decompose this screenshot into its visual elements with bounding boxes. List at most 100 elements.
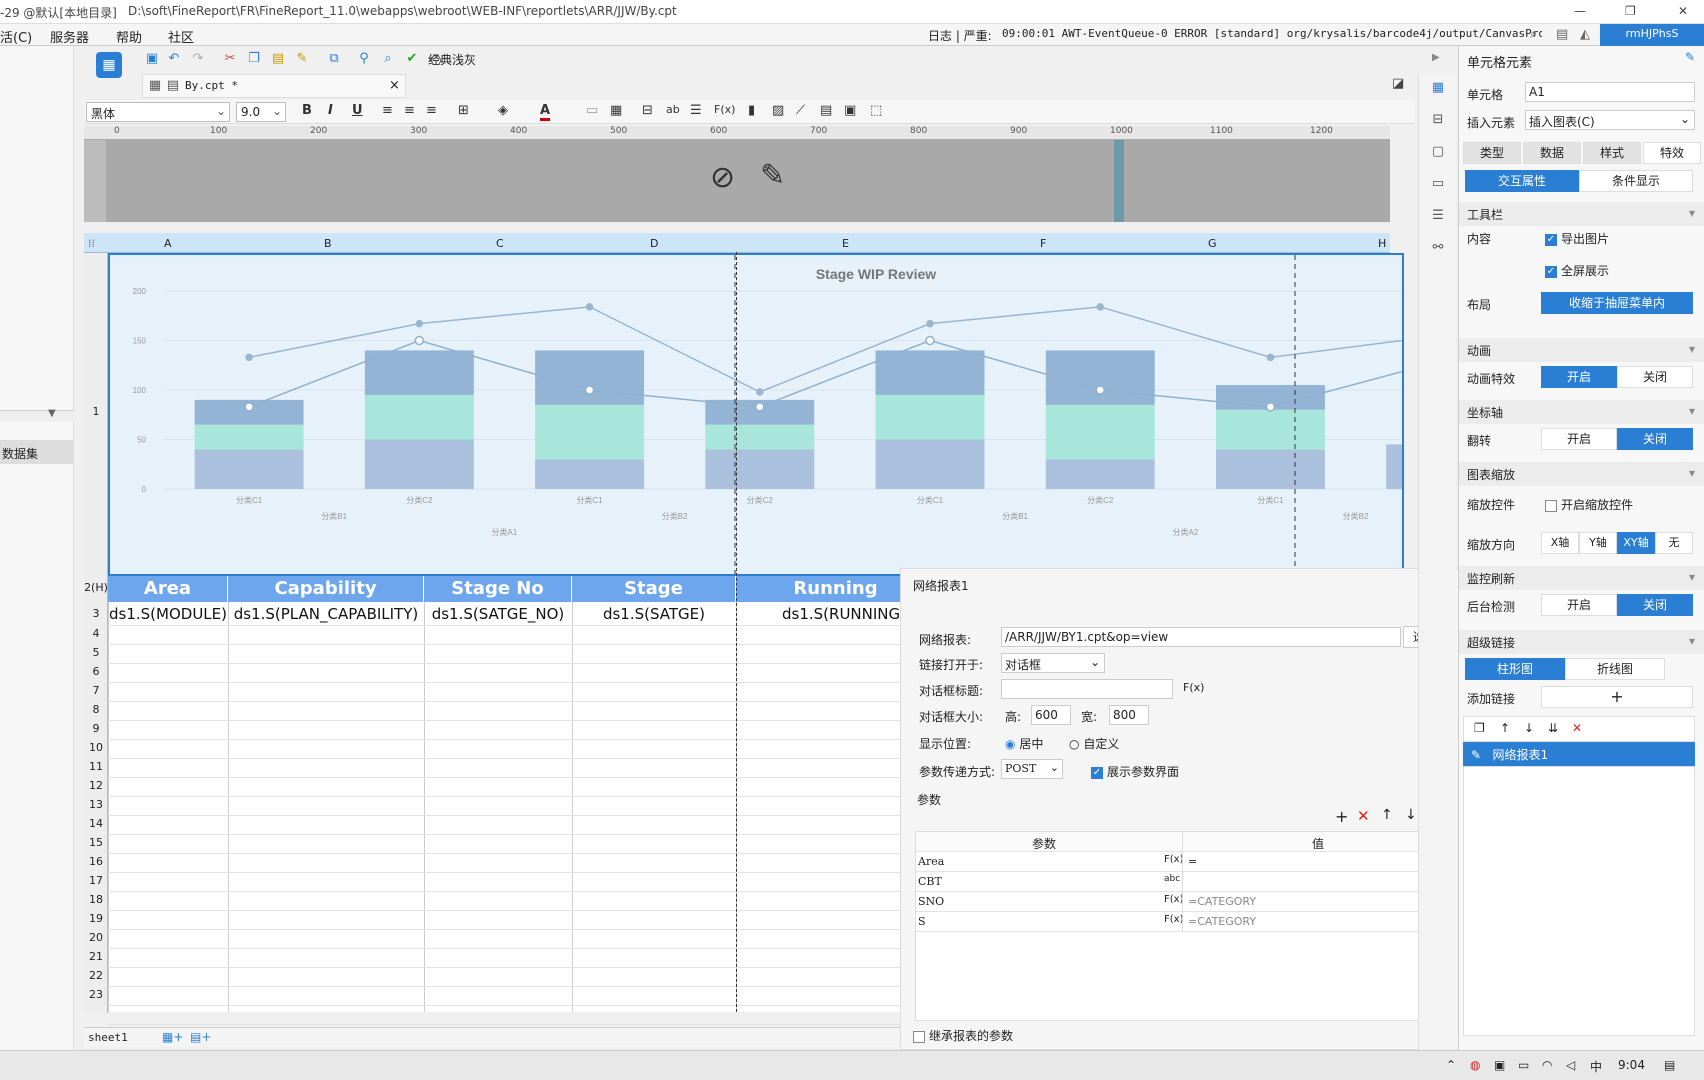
row-21[interactable]: 21 <box>84 950 108 963</box>
image-icon[interactable]: ▨ <box>772 103 784 118</box>
param-row[interactable]: Area F(x) = <box>916 852 1452 872</box>
menu-item-server[interactable]: 服务器 <box>50 27 89 46</box>
insert-row-icon[interactable]: ⊟ <box>642 103 653 118</box>
tab-type[interactable]: 类型 <box>1463 142 1521 164</box>
export-image-checkbox[interactable]: ✓ 导出图片 <box>1545 230 1609 247</box>
zoom-dir-x[interactable]: X轴 <box>1541 532 1579 554</box>
section-zoom[interactable]: 图表缩放 ▾ <box>1459 462 1704 486</box>
move-down-icon[interactable]: ↓ <box>1524 721 1534 735</box>
delete-icon[interactable]: ✕ <box>1357 807 1370 825</box>
designer-logo-icon[interactable]: ▦ <box>96 52 122 78</box>
pin-icon[interactable]: ◪ <box>1392 76 1404 91</box>
tab-effects[interactable]: 特效 <box>1643 142 1701 164</box>
column-h[interactable]: H <box>1378 237 1386 250</box>
condition-icon[interactable]: ☰ <box>1430 208 1446 224</box>
menu-item-c[interactable]: 活(C) <box>0 27 32 46</box>
cell-a3[interactable]: ds1.S(MODULE) <box>108 603 228 625</box>
slash-icon[interactable]: ⟋ <box>796 103 805 118</box>
position-custom-radio[interactable]: ○ 自定义 <box>1069 735 1119 752</box>
row-15[interactable]: 15 <box>84 836 108 849</box>
font-color-icon[interactable]: A <box>540 103 551 121</box>
filter-icon[interactable]: ⚲ <box>356 51 372 67</box>
search-icon[interactable]: ⌕ <box>1530 27 1537 42</box>
row-20[interactable]: 20 <box>84 931 108 944</box>
bg-check-off[interactable]: 关闭 <box>1617 594 1693 616</box>
param-value[interactable]: =CATEGORY <box>1188 895 1256 908</box>
param-row[interactable]: CBT abc <box>916 872 1452 892</box>
row-4[interactable]: 4 <box>84 627 108 640</box>
bold-icon[interactable]: B <box>302 103 312 118</box>
tray-wechat-icon[interactable]: ▣ <box>1494 1058 1505 1072</box>
param-row[interactable]: SNO F(x) =CATEGORY <box>916 892 1452 912</box>
fullscreen-checkbox[interactable]: ✓ 全屏展示 <box>1545 262 1609 279</box>
row-6[interactable]: 6 <box>84 665 108 678</box>
chart-icon[interactable]: ▮ <box>748 103 755 118</box>
formula-icon[interactable]: F(x) <box>1164 914 1183 925</box>
copy-icon[interactable]: ❐ <box>246 51 262 67</box>
bg-check-on[interactable]: 开启 <box>1541 594 1617 616</box>
preview-icon[interactable]: ⧉ <box>326 51 342 67</box>
subreport-icon[interactable]: ▤ <box>820 103 832 118</box>
cut-icon[interactable]: ✂ <box>222 51 238 67</box>
font-family-select[interactable]: 黑体 ⌄ <box>86 102 230 122</box>
widget-settings-icon[interactable]: ▭ <box>1430 176 1446 192</box>
row-8[interactable]: 8 <box>84 703 108 716</box>
row-13[interactable]: 13 <box>84 798 108 811</box>
collapse-arrow-icon[interactable]: ▶ <box>1432 52 1440 63</box>
ime-indicator[interactable]: 中 <box>1590 1058 1602 1075</box>
param-row[interactable]: S F(x) =CATEGORY <box>916 912 1452 932</box>
text-type-icon[interactable]: abc <box>1164 874 1180 884</box>
edit-pencil-icon[interactable]: ✎ <box>760 158 785 193</box>
undo-icon[interactable]: ↶ <box>166 51 182 67</box>
row-10[interactable]: 10 <box>84 741 108 754</box>
menu-item-community[interactable]: 社区 <box>168 27 194 46</box>
section-axis[interactable]: 坐标轴 ▾ <box>1459 400 1704 424</box>
flip-off[interactable]: 关闭 <box>1617 428 1693 450</box>
bell-icon[interactable]: ◭ <box>1580 27 1590 42</box>
align-right-icon[interactable]: ≡ <box>426 103 437 118</box>
animation-off[interactable]: 关闭 <box>1617 366 1693 388</box>
dataset-tab[interactable]: 数据集 <box>0 440 74 464</box>
column-c[interactable]: C <box>496 237 504 250</box>
param-value[interactable]: =CATEGORY <box>1188 915 1256 928</box>
maximize-icon[interactable]: ❐ <box>1625 4 1636 18</box>
subtab-condition[interactable]: 条件显示 <box>1579 170 1693 192</box>
param-value[interactable]: = <box>1188 855 1197 868</box>
hyperlink-icon[interactable]: ⚯ <box>1430 240 1446 256</box>
row-16[interactable]: 16 <box>84 855 108 868</box>
move-up-icon[interactable]: ↑ <box>1381 807 1393 823</box>
position-center-radio[interactable]: ◉ 居中 <box>1005 735 1043 752</box>
param-name[interactable]: CBT <box>918 875 942 888</box>
cell-element-icon[interactable]: ▦ <box>1430 80 1446 96</box>
open-in-select[interactable]: 对话框 ⌄ <box>1001 653 1105 673</box>
tab-close-icon[interactable]: × <box>389 78 400 93</box>
file-tab[interactable]: ▦ ▤ By.cpt * × <box>142 74 406 98</box>
find-icon[interactable]: ⌕ <box>380 51 396 67</box>
formula-icon[interactable]: F(x) <box>1183 681 1204 694</box>
underline-icon[interactable]: U <box>352 103 363 118</box>
tab-data[interactable]: 数据 <box>1523 142 1581 164</box>
row-18[interactable]: 18 <box>84 893 108 906</box>
save-icon[interactable]: ▣ <box>144 51 160 67</box>
column-d[interactable]: D <box>650 237 658 250</box>
minimize-icon[interactable]: — <box>1574 4 1586 18</box>
method-select[interactable]: POST ⌄ <box>1001 759 1063 779</box>
row-19[interactable]: 19 <box>84 912 108 925</box>
header-capability[interactable]: Capability <box>228 576 424 602</box>
paragraph-icon[interactable]: ☰ <box>690 103 702 118</box>
param-name[interactable]: Area <box>918 855 944 868</box>
column-e[interactable]: E <box>842 237 849 250</box>
zoom-dir-xy[interactable]: XY轴 <box>1617 532 1655 554</box>
chart-cell-a1[interactable]: Stage WIP Review 200 150 100 50 0 分类C1 分类C2 分类… <box>108 253 1404 576</box>
hyperlink-tab-line[interactable]: 折线图 <box>1565 658 1665 680</box>
column-b[interactable]: B <box>324 237 332 250</box>
row-14[interactable]: 14 <box>84 817 108 830</box>
move-down-icon[interactable]: ↓ <box>1405 807 1417 823</box>
hide-eye-icon[interactable]: ⊘ <box>710 160 735 195</box>
section-toolbar[interactable]: 工具栏 ▾ <box>1459 202 1704 226</box>
battery-icon[interactable]: ▭ <box>1518 1058 1529 1072</box>
format-painter-icon[interactable]: ✎ <box>294 51 310 67</box>
notes-icon[interactable]: ▤ <box>1556 27 1568 42</box>
add-poly-sheet-icon[interactable]: ▤+ <box>190 1030 211 1044</box>
merge-icon[interactable]: ▭ <box>586 103 598 118</box>
